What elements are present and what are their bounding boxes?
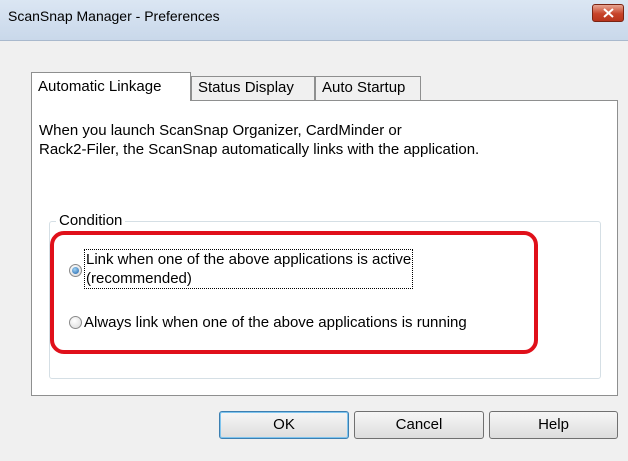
close-button[interactable] <box>592 4 624 22</box>
tab-status-display[interactable]: Status Display <box>191 76 315 100</box>
option-label: Link when one of the above applications … <box>84 249 414 289</box>
close-icon <box>603 8 614 18</box>
window-title: ScanSnap Manager - Preferences <box>8 8 220 24</box>
description-line: When you launch ScanSnap Organizer, Card… <box>39 122 402 139</box>
condition-legend: Condition <box>56 212 126 230</box>
tab-automatic-linkage[interactable]: Automatic Linkage <box>31 72 191 101</box>
option-label-line: Always link when one of the above applic… <box>84 314 467 331</box>
preferences-dialog: ScanSnap Manager - Preferences Automatic… <box>0 0 628 461</box>
description-line: Rack2-Filer, the ScanSnap automatically … <box>39 141 480 158</box>
tab-label: Status Display <box>198 79 294 96</box>
ok-button[interactable]: OK <box>219 411 349 439</box>
description-text: When you launch ScanSnap Organizer, Card… <box>39 121 599 159</box>
tab-auto-startup[interactable]: Auto Startup <box>315 76 421 100</box>
help-button[interactable]: Help <box>489 411 618 439</box>
option-label-line: (recommended) <box>86 270 192 287</box>
option-always-link-when-running[interactable]: Always link when one of the above applic… <box>69 313 467 332</box>
tab-label: Automatic Linkage <box>38 78 162 95</box>
option-link-when-active[interactable]: Link when one of the above applications … <box>69 249 414 289</box>
option-label: Always link when one of the above applic… <box>84 313 467 332</box>
tab-label: Auto Startup <box>322 79 406 96</box>
radio-button[interactable] <box>69 316 82 329</box>
cancel-button[interactable]: Cancel <box>354 411 484 439</box>
option-label-line: Link when one of the above applications … <box>86 251 412 268</box>
automatic-linkage-panel: When you launch ScanSnap Organizer, Card… <box>31 100 618 396</box>
title-bar[interactable]: ScanSnap Manager - Preferences <box>0 0 628 41</box>
condition-group: Condition Link when one of the above app… <box>49 212 601 379</box>
radio-button-selected[interactable] <box>69 264 82 277</box>
